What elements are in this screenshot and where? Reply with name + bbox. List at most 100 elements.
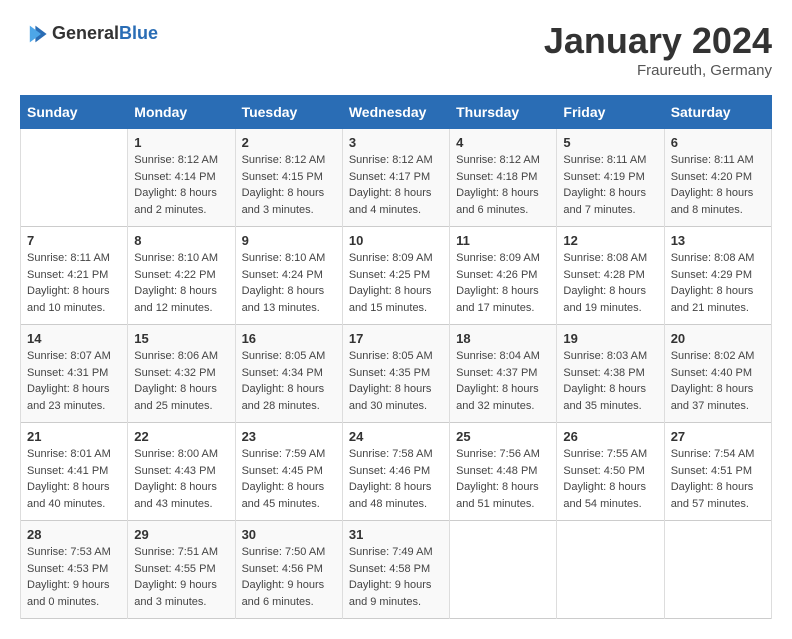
calendar-cell: 3 Sunrise: 8:12 AM Sunset: 4:17 PM Dayli… bbox=[342, 129, 449, 227]
sunrise-text: Sunrise: 7:49 AM bbox=[349, 546, 433, 558]
calendar-cell: 7 Sunrise: 8:11 AM Sunset: 4:21 PM Dayli… bbox=[21, 227, 128, 325]
daylight-text: Daylight: 8 hours and 23 minutes. bbox=[27, 383, 110, 412]
calendar-cell: 2 Sunrise: 8:12 AM Sunset: 4:15 PM Dayli… bbox=[235, 129, 342, 227]
day-number: 29 bbox=[134, 527, 228, 542]
week-row-2: 14 Sunrise: 8:07 AM Sunset: 4:31 PM Dayl… bbox=[21, 325, 772, 423]
sunset-text: Sunset: 4:26 PM bbox=[456, 269, 537, 281]
cell-info: Sunrise: 7:51 AM Sunset: 4:55 PM Dayligh… bbox=[134, 544, 228, 610]
cell-info: Sunrise: 8:08 AM Sunset: 4:29 PM Dayligh… bbox=[671, 250, 765, 316]
sunrise-text: Sunrise: 7:58 AM bbox=[349, 448, 433, 460]
calendar-cell: 26 Sunrise: 7:55 AM Sunset: 4:50 PM Dayl… bbox=[557, 423, 664, 521]
sunset-text: Sunset: 4:48 PM bbox=[456, 465, 537, 477]
day-number: 13 bbox=[671, 233, 765, 248]
cell-info: Sunrise: 8:11 AM Sunset: 4:21 PM Dayligh… bbox=[27, 250, 121, 316]
daylight-text: Daylight: 8 hours and 17 minutes. bbox=[456, 285, 539, 314]
sunrise-text: Sunrise: 8:08 AM bbox=[671, 252, 755, 264]
cell-info: Sunrise: 8:12 AM Sunset: 4:18 PM Dayligh… bbox=[456, 152, 550, 218]
cell-info: Sunrise: 8:10 AM Sunset: 4:22 PM Dayligh… bbox=[134, 250, 228, 316]
sunset-text: Sunset: 4:15 PM bbox=[242, 171, 323, 183]
daylight-text: Daylight: 8 hours and 13 minutes. bbox=[242, 285, 325, 314]
header-saturday: Saturday bbox=[664, 96, 771, 129]
cell-info: Sunrise: 8:02 AM Sunset: 4:40 PM Dayligh… bbox=[671, 348, 765, 414]
day-number: 8 bbox=[134, 233, 228, 248]
calendar-cell bbox=[557, 521, 664, 619]
sunset-text: Sunset: 4:34 PM bbox=[242, 367, 323, 379]
cell-info: Sunrise: 7:58 AM Sunset: 4:46 PM Dayligh… bbox=[349, 446, 443, 512]
sunset-text: Sunset: 4:18 PM bbox=[456, 171, 537, 183]
calendar-cell: 27 Sunrise: 7:54 AM Sunset: 4:51 PM Dayl… bbox=[664, 423, 771, 521]
cell-info: Sunrise: 8:11 AM Sunset: 4:19 PM Dayligh… bbox=[563, 152, 657, 218]
calendar-cell: 1 Sunrise: 8:12 AM Sunset: 4:14 PM Dayli… bbox=[128, 129, 235, 227]
cell-info: Sunrise: 8:07 AM Sunset: 4:31 PM Dayligh… bbox=[27, 348, 121, 414]
calendar-cell: 13 Sunrise: 8:08 AM Sunset: 4:29 PM Dayl… bbox=[664, 227, 771, 325]
day-number: 25 bbox=[456, 429, 550, 444]
sunrise-text: Sunrise: 8:12 AM bbox=[134, 154, 218, 166]
sunset-text: Sunset: 4:53 PM bbox=[27, 563, 108, 575]
daylight-text: Daylight: 8 hours and 12 minutes. bbox=[134, 285, 217, 314]
calendar-cell: 14 Sunrise: 8:07 AM Sunset: 4:31 PM Dayl… bbox=[21, 325, 128, 423]
sunset-text: Sunset: 4:19 PM bbox=[563, 171, 644, 183]
sunrise-text: Sunrise: 7:59 AM bbox=[242, 448, 326, 460]
calendar-cell: 16 Sunrise: 8:05 AM Sunset: 4:34 PM Dayl… bbox=[235, 325, 342, 423]
calendar-cell: 20 Sunrise: 8:02 AM Sunset: 4:40 PM Dayl… bbox=[664, 325, 771, 423]
sunrise-text: Sunrise: 7:51 AM bbox=[134, 546, 218, 558]
calendar-cell: 24 Sunrise: 7:58 AM Sunset: 4:46 PM Dayl… bbox=[342, 423, 449, 521]
calendar-cell: 4 Sunrise: 8:12 AM Sunset: 4:18 PM Dayli… bbox=[450, 129, 557, 227]
sunset-text: Sunset: 4:41 PM bbox=[27, 465, 108, 477]
calendar-cell: 19 Sunrise: 8:03 AM Sunset: 4:38 PM Dayl… bbox=[557, 325, 664, 423]
daylight-text: Daylight: 8 hours and 4 minutes. bbox=[349, 187, 432, 216]
daylight-text: Daylight: 8 hours and 45 minutes. bbox=[242, 481, 325, 510]
daylight-text: Daylight: 9 hours and 0 minutes. bbox=[27, 579, 110, 608]
month-title: January 2024 bbox=[544, 20, 772, 62]
day-number: 14 bbox=[27, 331, 121, 346]
sunrise-text: Sunrise: 8:05 AM bbox=[242, 350, 326, 362]
sunrise-text: Sunrise: 8:11 AM bbox=[563, 154, 646, 166]
sunset-text: Sunset: 4:32 PM bbox=[134, 367, 215, 379]
sunset-text: Sunset: 4:35 PM bbox=[349, 367, 430, 379]
calendar-cell: 12 Sunrise: 8:08 AM Sunset: 4:28 PM Dayl… bbox=[557, 227, 664, 325]
calendar-cell: 17 Sunrise: 8:05 AM Sunset: 4:35 PM Dayl… bbox=[342, 325, 449, 423]
cell-info: Sunrise: 8:09 AM Sunset: 4:26 PM Dayligh… bbox=[456, 250, 550, 316]
day-number: 19 bbox=[563, 331, 657, 346]
header-thursday: Thursday bbox=[450, 96, 557, 129]
sunset-text: Sunset: 4:21 PM bbox=[27, 269, 108, 281]
day-number: 27 bbox=[671, 429, 765, 444]
calendar-cell: 15 Sunrise: 8:06 AM Sunset: 4:32 PM Dayl… bbox=[128, 325, 235, 423]
day-number: 2 bbox=[242, 135, 336, 150]
location-subtitle: Fraureuth, Germany bbox=[544, 62, 772, 79]
day-number: 10 bbox=[349, 233, 443, 248]
sunset-text: Sunset: 4:17 PM bbox=[349, 171, 430, 183]
calendar-cell: 10 Sunrise: 8:09 AM Sunset: 4:25 PM Dayl… bbox=[342, 227, 449, 325]
day-number: 17 bbox=[349, 331, 443, 346]
sunrise-text: Sunrise: 8:01 AM bbox=[27, 448, 111, 460]
calendar-cell: 6 Sunrise: 8:11 AM Sunset: 4:20 PM Dayli… bbox=[664, 129, 771, 227]
cell-info: Sunrise: 7:59 AM Sunset: 4:45 PM Dayligh… bbox=[242, 446, 336, 512]
day-number: 20 bbox=[671, 331, 765, 346]
header-monday: Monday bbox=[128, 96, 235, 129]
logo-text: General Blue bbox=[52, 24, 158, 44]
day-number: 6 bbox=[671, 135, 765, 150]
sunrise-text: Sunrise: 8:07 AM bbox=[27, 350, 111, 362]
day-number: 7 bbox=[27, 233, 121, 248]
calendar-cell: 8 Sunrise: 8:10 AM Sunset: 4:22 PM Dayli… bbox=[128, 227, 235, 325]
day-number: 24 bbox=[349, 429, 443, 444]
day-number: 23 bbox=[242, 429, 336, 444]
calendar-cell: 9 Sunrise: 8:10 AM Sunset: 4:24 PM Dayli… bbox=[235, 227, 342, 325]
sunset-text: Sunset: 4:25 PM bbox=[349, 269, 430, 281]
logo: General Blue bbox=[20, 20, 158, 48]
daylight-text: Daylight: 8 hours and 54 minutes. bbox=[563, 481, 646, 510]
week-row-0: 1 Sunrise: 8:12 AM Sunset: 4:14 PM Dayli… bbox=[21, 129, 772, 227]
sunrise-text: Sunrise: 8:04 AM bbox=[456, 350, 540, 362]
cell-info: Sunrise: 8:05 AM Sunset: 4:34 PM Dayligh… bbox=[242, 348, 336, 414]
sunset-text: Sunset: 4:50 PM bbox=[563, 465, 644, 477]
day-number: 3 bbox=[349, 135, 443, 150]
sunset-text: Sunset: 4:40 PM bbox=[671, 367, 752, 379]
daylight-text: Daylight: 8 hours and 7 minutes. bbox=[563, 187, 646, 216]
cell-info: Sunrise: 8:04 AM Sunset: 4:37 PM Dayligh… bbox=[456, 348, 550, 414]
sunrise-text: Sunrise: 8:12 AM bbox=[242, 154, 326, 166]
calendar-cell: 11 Sunrise: 8:09 AM Sunset: 4:26 PM Dayl… bbox=[450, 227, 557, 325]
daylight-text: Daylight: 8 hours and 35 minutes. bbox=[563, 383, 646, 412]
day-number: 4 bbox=[456, 135, 550, 150]
week-row-3: 21 Sunrise: 8:01 AM Sunset: 4:41 PM Dayl… bbox=[21, 423, 772, 521]
header-wednesday: Wednesday bbox=[342, 96, 449, 129]
